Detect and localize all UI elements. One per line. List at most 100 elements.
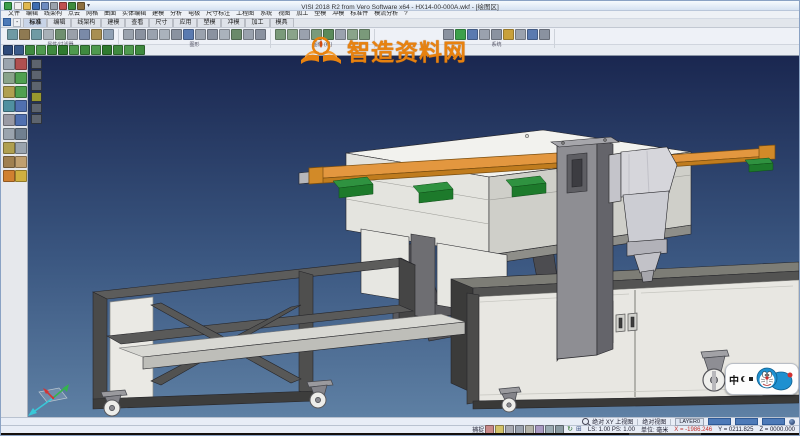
- magnifier-icon[interactable]: [582, 418, 589, 425]
- toolbar-icon[interactable]: [171, 29, 182, 40]
- quick-access-icon[interactable]: [50, 2, 58, 10]
- menu-item[interactable]: ?: [401, 11, 410, 18]
- moon-icon[interactable]: [741, 376, 747, 382]
- palette-icon[interactable]: [3, 156, 15, 168]
- toolbar-icon[interactable]: [503, 29, 514, 40]
- toolbar-icon[interactable]: [515, 29, 526, 40]
- toolbar-icon[interactable]: [255, 29, 266, 40]
- toolbar-tab[interactable]: 加工: [245, 18, 269, 27]
- palette-icon[interactable]: [15, 100, 27, 112]
- active-layer-button[interactable]: LAYER0: [675, 418, 704, 426]
- menu-item[interactable]: 编辑: [23, 11, 41, 18]
- toolbar-icon[interactable]: [55, 29, 66, 40]
- menu-item[interactable]: 实体编辑: [119, 11, 149, 18]
- layer-swatch[interactable]: [735, 418, 758, 425]
- palette-icon[interactable]: [3, 72, 15, 84]
- palette-icon[interactable]: [3, 100, 15, 112]
- menu-item[interactable]: 标准件: [347, 11, 371, 18]
- toolbar-icon[interactable]: [207, 29, 218, 40]
- input-method-toolbar[interactable]: 中: [725, 363, 799, 395]
- toolbar-icon[interactable]: [19, 29, 30, 40]
- toolbar-icon[interactable]: [43, 29, 54, 40]
- toolbar-icon[interactable]: [527, 29, 538, 40]
- menu-item[interactable]: 文件: [5, 11, 23, 18]
- layer-swatch[interactable]: [708, 418, 731, 425]
- toolbar-icon[interactable]: [135, 29, 146, 40]
- toolbar-icon[interactable]: [335, 29, 346, 40]
- dock-button[interactable]: [31, 59, 42, 69]
- toolbar-tab[interactable]: 模具: [270, 18, 294, 27]
- menu-item[interactable]: 系统: [257, 11, 275, 18]
- toolbar-icon[interactable]: [3, 45, 13, 55]
- menu-item[interactable]: 工程图: [233, 11, 257, 18]
- toolbar-icon[interactable]: [91, 29, 102, 40]
- menu-item[interactable]: 塑模: [311, 11, 329, 18]
- palette-icon[interactable]: [3, 142, 15, 154]
- toolbar-icon[interactable]: [311, 29, 322, 40]
- palette-icon[interactable]: [15, 128, 27, 140]
- toolbar-icon[interactable]: [243, 29, 254, 40]
- toolbar-icon[interactable]: [443, 29, 454, 40]
- toolbar-tab[interactable]: 编辑: [47, 18, 71, 27]
- palette-icon[interactable]: [15, 86, 27, 98]
- quick-access-icon[interactable]: [59, 2, 67, 10]
- toolbar-tab[interactable]: 线架构: [71, 18, 101, 27]
- menu-item[interactable]: 曲面: [101, 11, 119, 18]
- palette-icon[interactable]: [15, 170, 27, 182]
- toolbar-icon[interactable]: [102, 45, 112, 55]
- menu-item[interactable]: 点云: [65, 11, 83, 18]
- toolbar-tab[interactable]: 塑模: [197, 18, 221, 27]
- palette-icon[interactable]: [15, 156, 27, 168]
- toolbar-icon[interactable]: [80, 45, 90, 55]
- toolbar-icon[interactable]: [79, 29, 90, 40]
- toolbar-tab[interactable]: 建模: [101, 18, 125, 27]
- dock-button[interactable]: [31, 92, 42, 102]
- toolbar-icon[interactable]: [58, 45, 68, 55]
- toolbar-icon[interactable]: [69, 45, 79, 55]
- menu-item[interactable]: 加工: [293, 11, 311, 18]
- menu-item[interactable]: 分析: [167, 11, 185, 18]
- toolbar-icon[interactable]: [299, 29, 310, 40]
- toolbar-tab[interactable]: 标准: [23, 18, 47, 27]
- toolbar-icon[interactable]: [347, 29, 358, 40]
- toolbar-icon[interactable]: [25, 45, 35, 55]
- dock-button[interactable]: [31, 114, 42, 124]
- quick-access-icon[interactable]: [14, 2, 22, 10]
- menu-item[interactable]: 视图: [275, 11, 293, 18]
- toolbar-icon[interactable]: [195, 29, 206, 40]
- quick-access-icon[interactable]: [41, 2, 49, 10]
- toolbar-icon[interactable]: [103, 29, 114, 40]
- 3d-viewport[interactable]: 中: [1, 56, 799, 417]
- toolbar-tab[interactable]: 应用: [173, 18, 197, 27]
- toolbar-icon[interactable]: [491, 29, 502, 40]
- toolbar-icon[interactable]: [219, 29, 230, 40]
- toolbar-tab[interactable]: 尺寸: [149, 18, 173, 27]
- quick-access-icon[interactable]: [77, 2, 85, 10]
- toolbar-tab[interactable]: 查看: [125, 18, 149, 27]
- refresh-icon[interactable]: ↻: [567, 426, 573, 433]
- menu-item[interactable]: 冲模: [329, 11, 347, 18]
- view-mode-label[interactable]: 绝对 XY 上视图: [592, 417, 633, 426]
- toolbar-icon[interactable]: [47, 45, 57, 55]
- toolbar-icon[interactable]: [539, 29, 550, 40]
- quick-access-icon[interactable]: [32, 2, 40, 10]
- toolbar-icon[interactable]: [159, 29, 170, 40]
- grid-toggle-icon[interactable]: ⊞: [576, 426, 582, 433]
- toolbar-icon[interactable]: [183, 29, 194, 40]
- toolbar-icon[interactable]: [455, 29, 466, 40]
- toolbar-icon[interactable]: [147, 29, 158, 40]
- toolbar-icon[interactable]: [479, 29, 490, 40]
- ime-mode-indicator[interactable]: 中: [729, 372, 739, 387]
- menu-item[interactable]: 模流分析: [371, 11, 401, 18]
- menu-item[interactable]: 电极: [185, 11, 203, 18]
- ime-menu-icon[interactable]: [749, 377, 753, 381]
- toolbar-icon[interactable]: [124, 45, 134, 55]
- quick-access-icon[interactable]: [23, 2, 31, 10]
- toolbar-tab[interactable]: 冲模: [221, 18, 245, 27]
- toolbar-icon[interactable]: [323, 29, 334, 40]
- palette-icon[interactable]: [3, 128, 15, 140]
- menu-item[interactable]: 网格: [83, 11, 101, 18]
- palette-icon[interactable]: [15, 58, 27, 70]
- palette-icon[interactable]: [3, 114, 15, 126]
- toolbar-icon[interactable]: [135, 45, 145, 55]
